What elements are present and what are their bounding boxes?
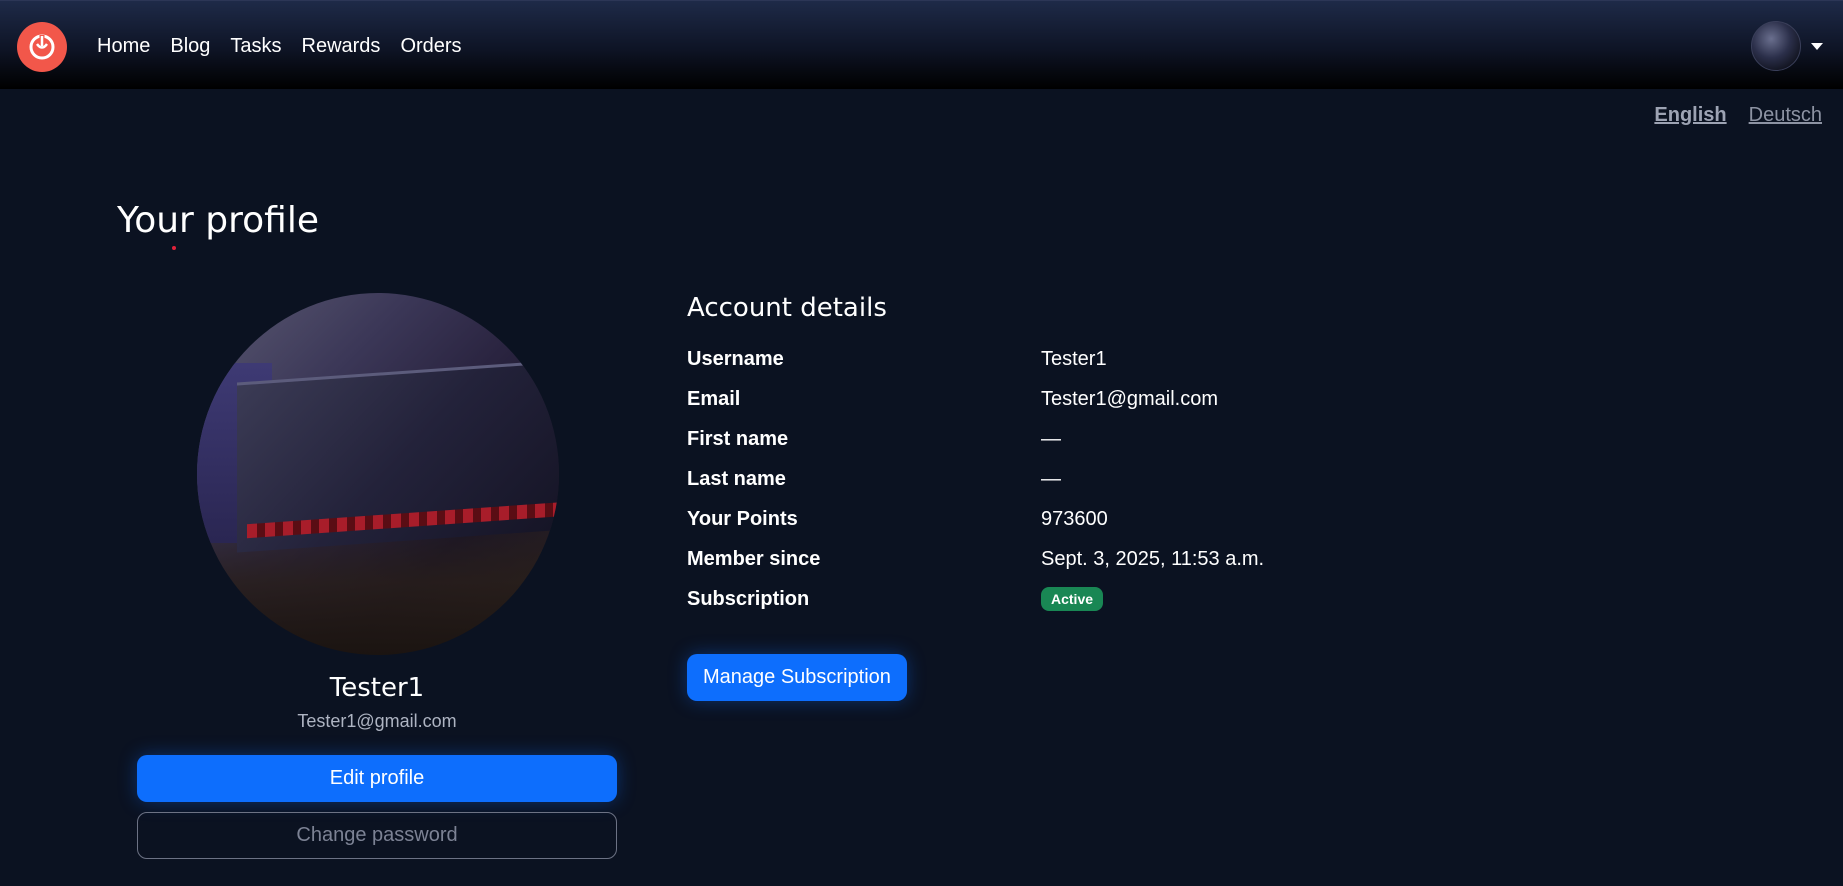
user-menu[interactable] [1751, 21, 1823, 71]
nav-blog[interactable]: Blog [170, 34, 210, 58]
detail-row-last-name: Last name — [687, 459, 1264, 499]
detail-label: Last name [687, 467, 786, 490]
edit-profile-button[interactable]: Edit profile [137, 755, 617, 802]
manage-subscription-button[interactable]: Manage Subscription [687, 654, 907, 701]
lang-english-link[interactable]: English [1654, 104, 1726, 127]
avatar[interactable] [1751, 21, 1801, 71]
caret-down-icon[interactable] [1811, 42, 1823, 50]
profile-photo [197, 293, 559, 655]
logo-icon[interactable] [17, 22, 67, 72]
detail-label: Subscription [687, 587, 810, 610]
detail-value: 973600 [1041, 507, 1108, 530]
detail-value: — [1041, 427, 1061, 450]
lang-deutsch-link[interactable]: Deutsch [1749, 104, 1822, 127]
detail-value: Tester1 [1041, 347, 1107, 370]
change-password-button[interactable]: Change password [137, 812, 617, 859]
navbar: Home Blog Tasks Rewards Orders [0, 0, 1843, 89]
nav-orders[interactable]: Orders [400, 34, 461, 58]
detail-label: First name [687, 427, 789, 450]
detail-label: Username [687, 347, 784, 370]
detail-label: Your Points [687, 507, 798, 530]
detail-label: Email [687, 387, 741, 410]
detail-row-first-name: First name — [687, 419, 1264, 459]
detail-row-username: Username Tester1 [687, 339, 1264, 379]
nav-links: Home Blog Tasks Rewards Orders [97, 34, 482, 58]
nav-home[interactable]: Home [97, 34, 150, 58]
account-details: Account details Username Tester1 Email T… [687, 293, 1264, 619]
detail-row-points: Your Points 973600 [687, 499, 1264, 539]
detail-value: — [1041, 467, 1061, 490]
status-badge: Active [1041, 587, 1104, 611]
account-details-title: Account details [687, 293, 887, 323]
detail-value: Tester1@gmail.com [1041, 387, 1219, 410]
cursor-dot [172, 246, 176, 250]
detail-row-subscription: Subscription Active [687, 579, 1264, 619]
detail-row-email: Email Tester1@gmail.com [687, 379, 1264, 419]
detail-row-member-since: Member since Sept. 3, 2025, 11:53 a.m. [687, 539, 1264, 579]
profile-email: Tester1@gmail.com [297, 711, 457, 731]
detail-label: Member since [687, 547, 821, 570]
nav-rewards[interactable]: Rewards [302, 34, 381, 58]
nav-tasks[interactable]: Tasks [230, 34, 281, 58]
language-switcher: English Deutsch [1654, 104, 1822, 127]
profile-name: Tester1 [329, 673, 425, 703]
page-title: Your profile [117, 200, 320, 241]
detail-value: Sept. 3, 2025, 11:53 a.m. [1041, 547, 1265, 570]
